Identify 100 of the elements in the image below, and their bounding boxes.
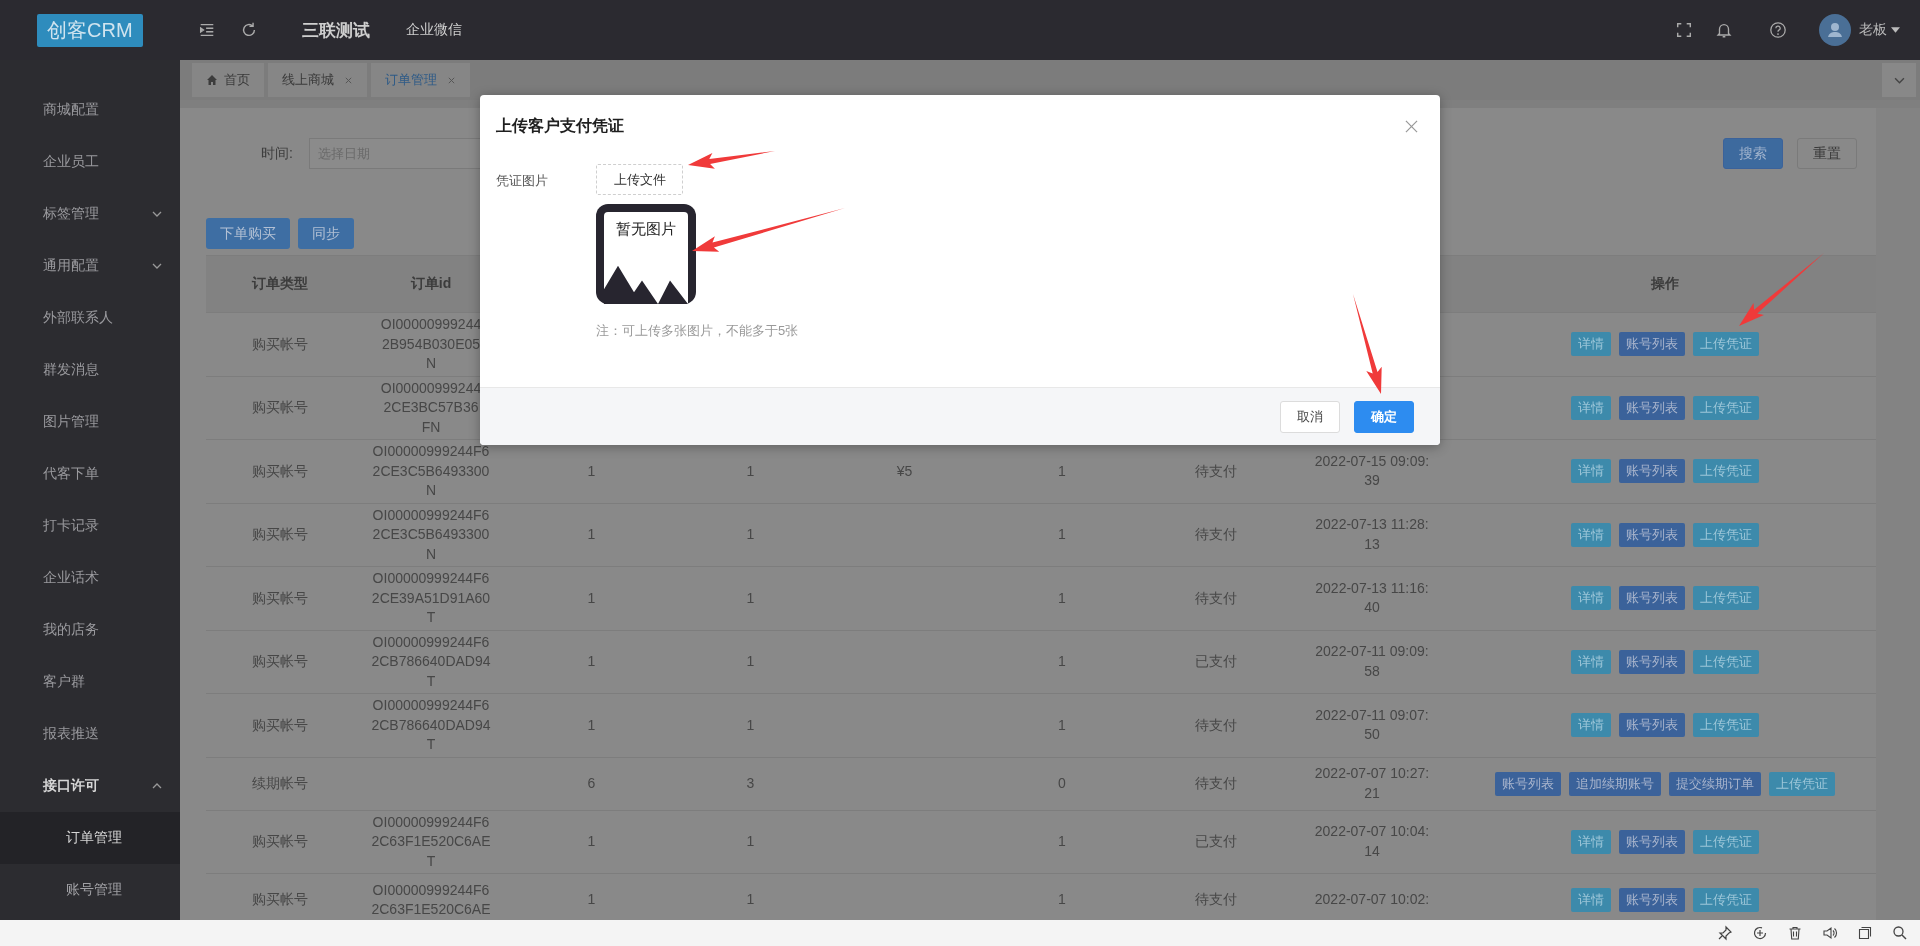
action-button[interactable]: 上传凭证 — [1693, 713, 1759, 738]
table-cell: OI00000999244F6 2CE3C5B6493300 N — [372, 505, 490, 564]
table-cell-text: 购买帐号 — [251, 398, 308, 417]
action-button[interactable]: 上传凭证 — [1769, 771, 1835, 796]
user-name[interactable]: 老板 — [1859, 21, 1887, 39]
action-button[interactable]: 账号列表 — [1619, 522, 1685, 547]
action-button[interactable]: 账号列表 — [1619, 829, 1685, 854]
table-cell: 1 — [1058, 890, 1066, 910]
fullscreen-icon[interactable] — [1675, 21, 1693, 39]
avatar-icon[interactable] — [1819, 14, 1851, 46]
pin-icon[interactable] — [1717, 925, 1733, 941]
caret-icon[interactable] — [1891, 27, 1900, 33]
action-button[interactable]: 详情 — [1571, 586, 1611, 611]
window-icon[interactable] — [1857, 925, 1873, 941]
upload-button[interactable]: 上传文件 — [596, 164, 683, 195]
action-button[interactable]: 提交续期订单 — [1669, 771, 1761, 796]
table-cell-text: 0 — [1058, 773, 1066, 793]
toolbar-button[interactable]: 下单购买 — [206, 218, 290, 249]
filter-button[interactable]: 搜索 — [1723, 138, 1783, 169]
table-cell: 2022-07-15 09:09:39 — [1313, 451, 1431, 491]
action-button[interactable]: 上传凭证 — [1693, 459, 1759, 484]
table-cell: 2022-07-07 10:27:21 — [1313, 764, 1431, 803]
action-button[interactable]: 详情 — [1571, 829, 1611, 854]
sidebar-item[interactable]: 企业话术 — [0, 552, 180, 604]
sidebar-item[interactable]: 接口许可 — [0, 760, 180, 812]
action-button[interactable]: 详情 — [1571, 713, 1611, 738]
sidebar-subitem[interactable]: 账号管理 — [0, 864, 180, 916]
action-button[interactable]: 详情 — [1571, 459, 1611, 484]
action-button[interactable]: 详情 — [1571, 649, 1611, 674]
table-cell-text: 1 — [746, 832, 755, 851]
action-button[interactable]: 上传凭证 — [1693, 395, 1759, 420]
trash-icon[interactable] — [1787, 925, 1803, 941]
action-button[interactable]: 账号列表 — [1619, 395, 1685, 420]
dialog-button[interactable]: 确定 — [1354, 400, 1414, 433]
sidebar-item[interactable]: 外部联系人 — [0, 292, 180, 344]
action-button[interactable]: 账号列表 — [1619, 459, 1685, 484]
action-button[interactable]: 上传凭证 — [1693, 888, 1759, 912]
chevron-icon — [152, 263, 162, 269]
sidebar-item[interactable]: 报表推送 — [0, 708, 180, 760]
action-button[interactable]: 详情 — [1571, 332, 1611, 357]
action-button[interactable]: 账号列表 — [1619, 332, 1685, 357]
sidebar-item[interactable]: 通用配置 — [0, 240, 180, 292]
help-icon[interactable] — [1769, 21, 1787, 39]
action-button[interactable]: 账号列表 — [1619, 713, 1685, 738]
table-cell-text: 购买帐号 — [251, 652, 308, 671]
column-header: 操作 — [1651, 274, 1679, 294]
action-button[interactable]: 账号列表 — [1495, 771, 1561, 796]
table-cell: 购买帐号 — [251, 461, 308, 481]
company-name[interactable]: 三联测试 — [301, 18, 370, 42]
action-button[interactable]: 账号列表 — [1619, 586, 1685, 611]
sidebar-item[interactable]: 图片管理 — [0, 396, 180, 448]
sidebar-item[interactable]: 打卡记录 — [0, 500, 180, 552]
action-button[interactable]: 追加续期账号 — [1569, 771, 1661, 796]
table-cell-text: 1 — [587, 525, 596, 544]
app-name[interactable]: 企业微信 — [405, 21, 462, 39]
table-cell: 1 — [746, 715, 755, 735]
action-button[interactable]: 详情 — [1571, 888, 1611, 912]
table-cell: 1 — [587, 890, 596, 910]
table-cell-text: OI00000999244F6 2C63F1E520C6AE — [371, 880, 491, 919]
column-header: 订单类型 — [251, 274, 308, 294]
indent-icon[interactable] — [197, 21, 216, 39]
page-tab[interactable]: 订单管理 — [371, 63, 470, 97]
sidebar-item[interactable]: 代客下单 — [0, 448, 180, 500]
action-button[interactable]: 上传凭证 — [1693, 829, 1759, 854]
sidebar-item[interactable]: 我的店务 — [0, 604, 180, 656]
sidebar-item[interactable]: 标签管理 — [0, 188, 180, 240]
search-icon[interactable] — [1892, 925, 1908, 941]
action-button[interactable]: 详情 — [1571, 395, 1611, 420]
table-cell-text: OI00000999244 2B954B030E05 N — [380, 315, 482, 373]
table-cell-text: 2022-07-11 09:07:50 — [1314, 705, 1430, 745]
page-tab[interactable]: 线上商城 — [268, 63, 367, 97]
sidebar-item[interactable]: 群发消息 — [0, 344, 180, 396]
action-button[interactable]: 账号列表 — [1619, 888, 1685, 912]
filter-button[interactable]: 重置 — [1797, 138, 1857, 169]
action-button[interactable]: 上传凭证 — [1693, 649, 1759, 674]
table-cell-text: OI00000999244F6 2CB786640DAD94 T — [371, 696, 491, 754]
dialog-button[interactable]: 取消 — [1280, 400, 1340, 433]
action-button[interactable]: 账号列表 — [1619, 649, 1685, 674]
action-button[interactable]: 上传凭证 — [1693, 332, 1759, 357]
action-button[interactable]: 上传凭证 — [1693, 522, 1759, 547]
action-button[interactable]: 上传凭证 — [1693, 586, 1759, 611]
table-cell: 购买帐号 — [251, 334, 308, 354]
speaker-icon[interactable] — [1822, 925, 1838, 941]
table-cell: 1 — [1058, 715, 1066, 735]
table-cell-text: 2022-07-11 09:09:58 — [1314, 642, 1430, 681]
bell-icon[interactable] — [1715, 21, 1733, 39]
toolbar-button[interactable]: 同步 — [298, 218, 354, 249]
table-cell-text: 1 — [587, 652, 596, 671]
logo[interactable]: 创客CRM — [37, 13, 143, 47]
table-cell: 待支付 — [1195, 588, 1237, 608]
sidebar-subitem[interactable]: 订单管理 — [0, 812, 180, 864]
table-cell: 1 — [1058, 461, 1066, 481]
action-button[interactable]: 详情 — [1571, 522, 1611, 547]
page-tab[interactable]: 首页 — [192, 63, 264, 97]
close-icon[interactable] — [1405, 119, 1418, 133]
table-cell: 待支付 — [1195, 890, 1237, 910]
sidebar-item[interactable]: 企业员工 — [0, 136, 180, 188]
placeholder-text: 暂无图片 — [616, 220, 676, 239]
sidebar-item[interactable]: 客户群 — [0, 656, 180, 708]
sidebar-item[interactable]: 商城配置 — [0, 84, 180, 136]
